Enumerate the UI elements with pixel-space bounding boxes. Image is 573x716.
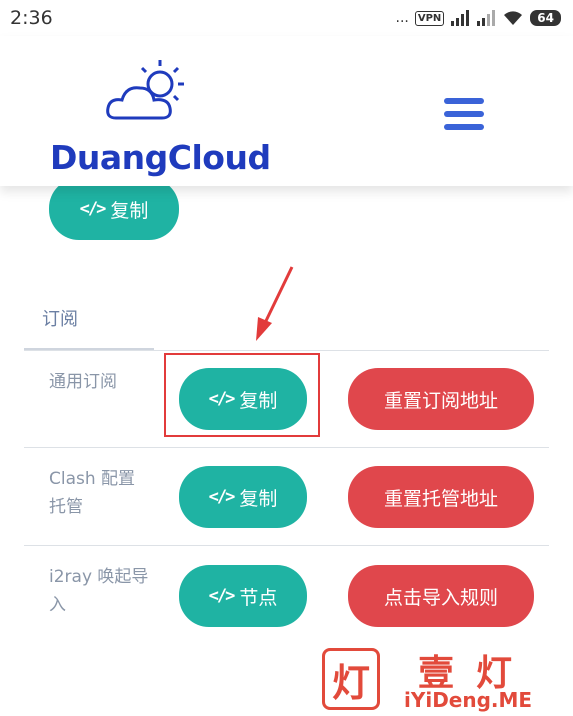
row-divider [24,545,549,546]
cloud-sun-icon [106,60,184,120]
watermark-url: iYiDeng.ME [404,688,533,712]
row-label-i2ray-import: i2ray 唤起导入 [49,567,149,615]
row-label-clash-config: Clash 配置托管 [49,469,136,517]
nodes-button[interactable]: </> 节点 [179,565,307,627]
highlight-box [164,353,320,437]
reset-subscription-label: 重置订阅地址 [383,389,498,412]
watermark: 灯 壹灯 iYiDeng.ME [318,644,568,714]
logo-text: DuangCloud [50,138,271,177]
row-divider [24,447,549,448]
top-copy-label: 复制 [110,199,149,222]
code-icon: </> [208,487,236,507]
code-icon: </> [79,199,107,219]
clash-config-copy-button[interactable]: </> 复制 [179,466,307,528]
code-icon: </> [208,586,236,606]
reset-hosting-label: 重置托管地址 [383,487,498,510]
app-header: DuangCloud [0,36,573,186]
reset-subscription-button[interactable]: 重置订阅地址 [348,368,534,430]
copy-label: 复制 [239,487,278,510]
section-title: 订阅 [42,309,78,330]
import-rules-button[interactable]: 点击导入规则 [348,565,534,627]
hamburger-menu-icon[interactable] [444,98,484,132]
row-label-general-subscription: 通用订阅 [49,372,117,392]
reset-hosting-button[interactable]: 重置托管地址 [348,466,534,528]
pointer-arrow-icon [256,266,294,341]
watermark-badge: 灯 [322,648,380,710]
brand-logo[interactable]: DuangCloud [48,56,271,186]
import-rules-label: 点击导入规则 [383,586,498,609]
row-divider [24,350,549,351]
nodes-label: 节点 [239,586,278,609]
top-copy-button[interactable]: </> 复制 [49,178,179,240]
